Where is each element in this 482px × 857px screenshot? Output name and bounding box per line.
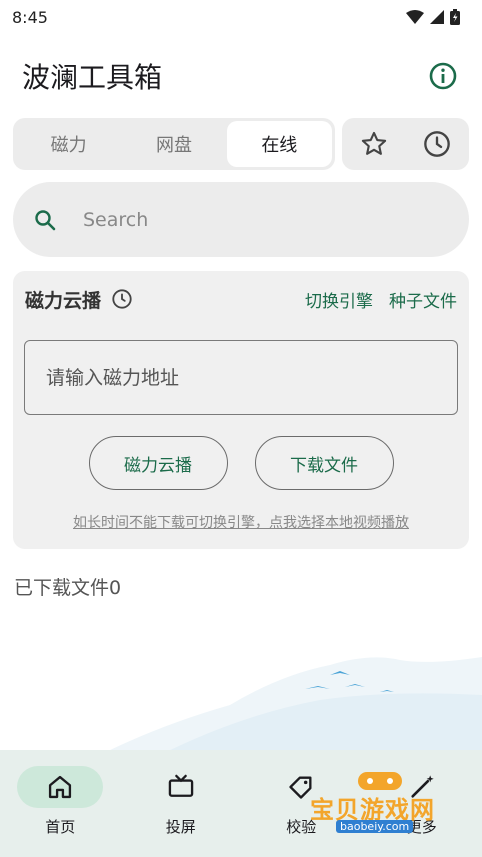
favorites-button[interactable]	[356, 126, 392, 162]
watermark: 宝贝游戏网 baobeiy.com	[300, 768, 470, 838]
nav-label: 首页	[45, 818, 76, 836]
clock-icon	[424, 131, 451, 157]
download-button[interactable]: 下载文件	[254, 436, 394, 490]
info-icon	[429, 62, 457, 90]
card-links: 切换引擎 种子文件	[305, 287, 457, 312]
status-icons	[406, 9, 460, 25]
tab-magnet[interactable]: 磁力	[16, 121, 121, 167]
card-title: 磁力云播	[25, 286, 133, 313]
clock-icon[interactable]	[111, 288, 133, 310]
status-bar: 8:45	[0, 0, 482, 34]
tab-netdisk[interactable]: 网盘	[121, 121, 226, 167]
tab-row: 磁力 网盘 在线	[13, 118, 469, 170]
home-icon	[49, 775, 72, 799]
watermark-url: baobeiy.com	[336, 820, 414, 833]
history-button[interactable]	[419, 126, 455, 162]
card-header: 磁力云播 切换引擎 种子文件	[25, 285, 457, 313]
magnet-card: 磁力云播 切换引擎 种子文件 磁力云播 下载文件 如长时间不能下载可切换引擎，点…	[13, 271, 469, 549]
torrent-file-link[interactable]: 种子文件	[389, 287, 457, 312]
app-bar: 波澜工具箱	[0, 50, 482, 102]
switch-engine-link[interactable]: 切换引擎	[305, 287, 373, 312]
mode-tabs: 磁力 网盘 在线	[13, 118, 335, 170]
battery-icon	[450, 9, 460, 25]
nav-item-home[interactable]: 首页	[10, 766, 110, 837]
search-input[interactable]	[83, 208, 423, 231]
card-title-text: 磁力云播	[25, 289, 102, 312]
magnet-url-input[interactable]	[24, 340, 458, 415]
local-video-hint-link[interactable]: 如长时间不能下载可切换引擎，点我选择本地视频播放	[13, 512, 469, 532]
nav-icon-wrap	[138, 766, 224, 808]
wifi-icon	[406, 10, 424, 24]
tab-actions	[342, 118, 469, 170]
search-bar[interactable]	[13, 182, 469, 257]
stream-button[interactable]: 磁力云播	[88, 436, 228, 490]
nav-icon-wrap	[17, 766, 104, 808]
nav-item-cast[interactable]: 投屏	[131, 766, 231, 837]
nav-label: 投屏	[165, 818, 196, 836]
search-icon	[35, 209, 56, 230]
signal-icon	[430, 10, 444, 24]
tab-online[interactable]: 在线	[226, 121, 332, 167]
landscape-illustration	[100, 657, 482, 755]
status-time: 8:45	[12, 7, 48, 27]
app-title: 波澜工具箱	[22, 61, 163, 94]
downloaded-count: 已下载文件0	[14, 577, 122, 599]
star-icon	[361, 131, 386, 155]
info-button[interactable]	[426, 59, 460, 93]
card-buttons: 磁力云播 下载文件	[13, 436, 469, 490]
tv-icon	[168, 774, 193, 797]
